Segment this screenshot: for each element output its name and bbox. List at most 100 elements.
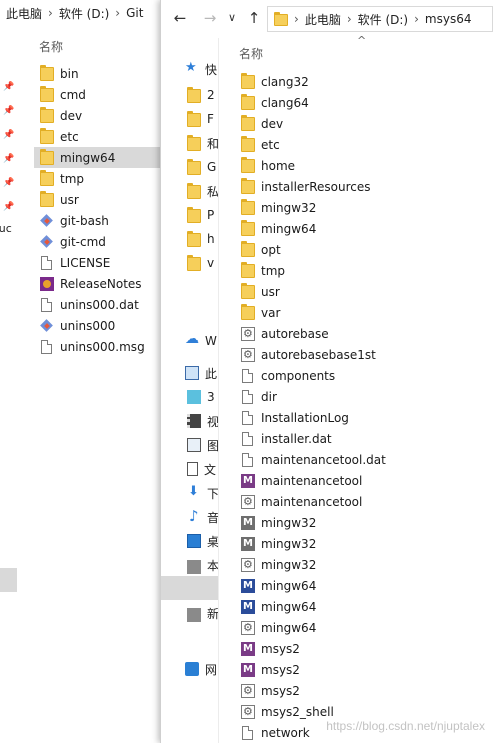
git-address-bar[interactable]: 此电脑 › 软件 (D:) › Git [0, 0, 170, 26]
folder-icon [241, 220, 255, 236]
file-list-item[interactable]: dev [235, 113, 493, 134]
file-list-item[interactable]: bin [34, 63, 170, 84]
file-list-item[interactable]: unins000.dat [34, 294, 170, 315]
column-header-name[interactable]: 名称 [239, 45, 263, 62]
file-name-label: opt [261, 242, 281, 257]
file-list-item[interactable]: maintenancetool.dat [235, 449, 493, 470]
back-arrow-icon[interactable]: ← [171, 9, 189, 27]
file-list-item[interactable]: InstallationLog [235, 407, 493, 428]
file-list-item[interactable]: Mmsys2 [235, 638, 493, 659]
file-list-item[interactable]: maintenancetool [235, 491, 493, 512]
file-list-item[interactable]: clang32 [235, 71, 493, 92]
nav-selected-item[interactable] [0, 568, 17, 592]
nav-item[interactable]: 新 [187, 603, 218, 623]
breadcrumb-msys64[interactable]: msys64 [425, 12, 472, 26]
file-list-item[interactable]: git-bash [34, 210, 170, 231]
nav-item[interactable]: G [187, 157, 217, 177]
file-list-item[interactable]: git-cmd [34, 231, 170, 252]
file-list-item[interactable]: Mmsys2 [235, 659, 493, 680]
nav-selected-item[interactable] [161, 576, 218, 600]
pin-icon[interactable]: 📌 [3, 130, 14, 140]
breadcrumb-drive[interactable]: 软件 (D:) [358, 11, 408, 28]
nav-item[interactable]: 文 [187, 459, 217, 479]
file-list-item[interactable]: components [235, 365, 493, 386]
file-list-item[interactable]: Mmingw32 [235, 533, 493, 554]
breadcrumb-this-pc[interactable]: 此电脑 [6, 5, 42, 22]
file-list-item[interactable]: ReleaseNotes [34, 273, 170, 294]
breadcrumb-this-pc[interactable]: 此电脑 [305, 11, 341, 28]
file-list-item[interactable]: unins000 [34, 315, 170, 336]
file-list-item[interactable]: dir [235, 386, 493, 407]
folder-icon [241, 157, 255, 173]
nav-network[interactable]: 网 [185, 659, 217, 679]
nav-item[interactable]: 2 [187, 85, 217, 105]
pin-icon[interactable]: 📌 [3, 106, 14, 116]
pin-icon[interactable]: 📌 [3, 202, 14, 212]
pin-icon[interactable]: 📌 [3, 82, 14, 92]
nav-onedrive[interactable]: W [185, 331, 217, 351]
file-list-item[interactable]: installerResources [235, 176, 493, 197]
file-list-item[interactable]: autorebase [235, 323, 493, 344]
nav-item[interactable]: 视 [187, 411, 219, 431]
file-name-label: mingw32 [261, 557, 317, 572]
nav-item-label: 视 [207, 414, 219, 429]
file-list-item[interactable]: usr [235, 281, 493, 302]
file-list-item[interactable]: cmd [34, 84, 170, 105]
file-icon [242, 368, 253, 383]
recent-locations-chevron-icon[interactable]: ∨ [223, 9, 241, 27]
file-list-item[interactable]: mingw32 [235, 554, 493, 575]
file-list-item[interactable]: usr [34, 189, 170, 210]
file-list-item[interactable]: installer.dat [235, 428, 493, 449]
cloud-icon [185, 331, 199, 348]
nav-item[interactable]: 下 [187, 483, 218, 503]
nav-item[interactable]: h [187, 229, 217, 249]
file-list-item[interactable]: Mmingw64 [235, 596, 493, 617]
pin-icon[interactable]: 📌 [3, 154, 14, 164]
nav-item[interactable]: F [187, 109, 217, 129]
breadcrumb-drive[interactable]: 软件 (D:) [59, 5, 109, 22]
nav-item[interactable]: 和 [187, 133, 218, 153]
nav-item[interactable]: v [187, 253, 217, 273]
file-list-item[interactable]: mingw64 [235, 218, 493, 239]
folder-icon [187, 206, 201, 223]
file-list-item[interactable]: clang64 [235, 92, 493, 113]
file-list-item[interactable]: Mmingw64 [235, 575, 493, 596]
file-list-item[interactable]: mingw64 [235, 617, 493, 638]
pin-icon[interactable]: 📌 [3, 178, 14, 188]
file-list-item[interactable]: var [235, 302, 493, 323]
network-icon [185, 662, 199, 676]
up-arrow-icon[interactable]: ↑ [245, 9, 263, 27]
folder-icon [187, 158, 201, 175]
file-name-label: etc [261, 137, 280, 152]
nav-item[interactable]: P [187, 205, 217, 225]
breadcrumb-git[interactable]: Git [126, 6, 143, 20]
git-file-list: bin cmd dev etc mingw64 tmp usr git-bash git-cmd… [34, 63, 170, 357]
file-list-item[interactable]: autorebasebase1st [235, 344, 493, 365]
file-list-item[interactable]: mingw64 [34, 147, 170, 168]
nav-item-fragment[interactable]: ouc [0, 222, 12, 235]
file-list-item[interactable]: Mmaintenancetool [235, 470, 493, 491]
file-list-item[interactable]: opt [235, 239, 493, 260]
nav-item[interactable]: 音 [187, 507, 218, 527]
column-header-name[interactable]: 名称 [39, 38, 63, 55]
file-list-item[interactable]: msys2 [235, 680, 493, 701]
nav-item[interactable]: 桌 [187, 531, 218, 551]
file-list-item[interactable]: tmp [34, 168, 170, 189]
nav-item[interactable]: 私 [187, 181, 218, 201]
file-list-item[interactable]: etc [34, 126, 170, 147]
nav-item[interactable]: 本 [187, 555, 218, 575]
nav-this-pc[interactable]: 此 [185, 363, 217, 383]
file-list-item[interactable]: LICENSE [34, 252, 170, 273]
file-list-item[interactable]: etc [235, 134, 493, 155]
file-list-item[interactable]: unins000.msg [34, 336, 170, 357]
file-list-item[interactable]: dev [34, 105, 170, 126]
file-list-item[interactable]: tmp [235, 260, 493, 281]
forward-arrow-icon[interactable]: → [201, 9, 219, 27]
nav-quick-access[interactable]: 快 [185, 59, 217, 79]
msys64-address-bar[interactable]: › 此电脑 › 软件 (D:) › msys64 [267, 6, 493, 32]
file-list-item[interactable]: home [235, 155, 493, 176]
nav-item[interactable]: 3 [187, 387, 217, 407]
nav-item[interactable]: 图 [187, 435, 218, 455]
file-list-item[interactable]: mingw32 [235, 197, 493, 218]
file-list-item[interactable]: Mmingw32 [235, 512, 493, 533]
